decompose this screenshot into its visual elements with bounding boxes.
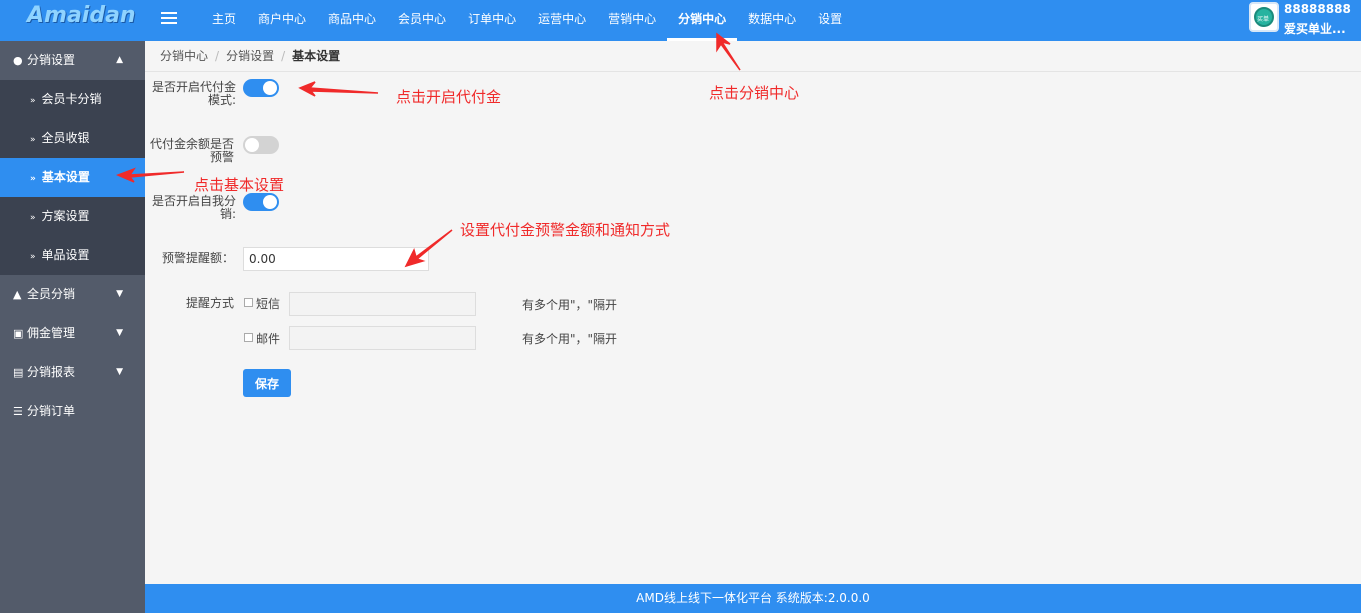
nav-item-operation[interactable]: 运营中心	[527, 0, 597, 41]
sidebar-group-all-distribution[interactable]: ▲ 全员分销 ▼	[0, 275, 145, 314]
nav-item-goods[interactable]: 商品中心	[317, 0, 387, 41]
toggle-knob	[263, 195, 277, 209]
self-dist-toggle[interactable]	[243, 193, 279, 211]
sidebar-item-basic-settings[interactable]: » 基本设置	[0, 158, 145, 197]
nav-item-merchant[interactable]: 商户中心	[247, 0, 317, 41]
nav-item-distribution[interactable]: 分销中心	[667, 0, 738, 41]
chevron-down-icon: ▼	[116, 289, 123, 299]
proxy-pay-toggle[interactable]	[243, 79, 279, 97]
breadcrumb-separator: /	[215, 49, 220, 63]
main-nav: 主页 商户中心 商品中心 会员中心 订单中心 运营中心 营销中心 分销中心 数据…	[201, 0, 853, 41]
user-id[interactable]: 88888888	[1284, 2, 1351, 16]
remind-method-label: 提醒方式	[185, 296, 234, 310]
annotation-click-basic: 点击基本设置	[194, 176, 285, 194]
breadcrumb-separator: /	[281, 49, 286, 63]
annotation-click-distribution: 点击分销中心	[709, 84, 800, 102]
user-avatar[interactable]: 买单	[1249, 2, 1279, 32]
arrow-to-proxy-toggle	[298, 81, 379, 97]
sidebar-group-orders[interactable]: ☰ 分销订单	[0, 392, 145, 431]
breadcrumb-item-current: 基本设置	[292, 49, 341, 63]
breadcrumb: 分销中心 / 分销设置 / 基本设置	[145, 41, 1361, 72]
breadcrumb-item-distribution-center[interactable]: 分销中心	[160, 49, 208, 63]
users-icon: ●	[13, 54, 23, 67]
save-button[interactable]: 保存	[243, 369, 291, 397]
sidebar-item-product-settings[interactable]: » 单品设置	[0, 236, 145, 275]
chevron-down-icon: ▼	[116, 328, 123, 338]
list-icon: ☰	[13, 405, 23, 418]
email-label: 邮件	[256, 332, 281, 346]
sidebar-group-report[interactable]: ▤ 分销报表 ▼	[0, 353, 145, 392]
nav-item-member[interactable]: 会员中心	[387, 0, 457, 41]
user-name[interactable]: 爱买单业...	[1284, 20, 1346, 37]
footer: AMD线上线下一体化平台 系统版本:2.0.0.0	[145, 584, 1361, 613]
proxy-pay-label: 是否开启代付金模式:	[151, 80, 236, 107]
report-icon: ▤	[13, 366, 24, 379]
top-bar: Amaidan 主页 商户中心 商品中心 会员中心 订单中心 运营中心 营销中心…	[0, 0, 1361, 41]
menu-toggle-icon[interactable]	[161, 12, 177, 25]
database-icon: ▣	[13, 327, 24, 340]
sms-input[interactable]	[289, 292, 476, 316]
nav-item-order[interactable]: 订单中心	[457, 0, 527, 41]
double-chevron-icon: »	[30, 213, 36, 223]
email-input[interactable]	[289, 326, 476, 350]
sidebar-item-member-card[interactable]: » 会员卡分销	[0, 80, 145, 119]
chevron-up-icon: ▲	[116, 55, 123, 65]
double-chevron-icon: »	[30, 252, 36, 262]
sidebar-item-all-cashier[interactable]: » 全员收银	[0, 119, 145, 158]
chevron-down-icon: ▼	[116, 367, 123, 377]
toggle-knob	[263, 81, 277, 95]
nav-item-settings[interactable]: 设置	[807, 0, 853, 41]
annotation-enable-proxy: 点击开启代付金	[396, 88, 502, 106]
sidebar-group-distribution-settings[interactable]: ● 分销设置 ▲	[0, 41, 145, 80]
logo-text: Amaidan	[27, 3, 136, 28]
sms-hint: 有多个用"，"隔开	[522, 298, 618, 312]
email-hint: 有多个用"，"隔开	[522, 332, 618, 346]
logo[interactable]: Amaidan	[0, 0, 145, 41]
nav-item-marketing[interactable]: 营销中心	[597, 0, 667, 41]
toggle-knob	[245, 138, 259, 152]
warn-amount-label: 预警提醒额：	[161, 251, 234, 265]
double-chevron-icon: »	[30, 96, 36, 106]
double-chevron-icon: »	[30, 135, 36, 145]
double-chevron-icon: »	[30, 174, 36, 184]
self-dist-label: 是否开启自我分销:	[151, 194, 236, 221]
annotation-set-warning: 设置代付金预警金额和通知方式	[460, 221, 671, 239]
sidebar: ● 分销设置 ▲ » 会员卡分销 » 全员收银 » 基本设置 » 方案设置 » 单品设置 ▲…	[0, 41, 145, 613]
sms-label: 短信	[256, 297, 281, 311]
nav-item-home[interactable]: 主页	[201, 0, 247, 41]
warn-amount-input[interactable]	[243, 247, 429, 271]
avatar-logo-icon: 买单	[1254, 7, 1274, 27]
user-icon: ▲	[13, 288, 22, 301]
sidebar-group-commission[interactable]: ▣ 佣金管理 ▼	[0, 314, 145, 353]
nav-item-data[interactable]: 数据中心	[737, 0, 807, 41]
email-checkbox[interactable]	[244, 333, 253, 342]
balance-warn-label: 代付金余额是否预警	[149, 137, 234, 164]
balance-warn-toggle[interactable]	[243, 136, 279, 154]
sidebar-item-plan-settings[interactable]: » 方案设置	[0, 197, 145, 236]
sms-checkbox[interactable]	[244, 298, 253, 307]
breadcrumb-item-distribution-settings[interactable]: 分销设置	[226, 49, 274, 63]
